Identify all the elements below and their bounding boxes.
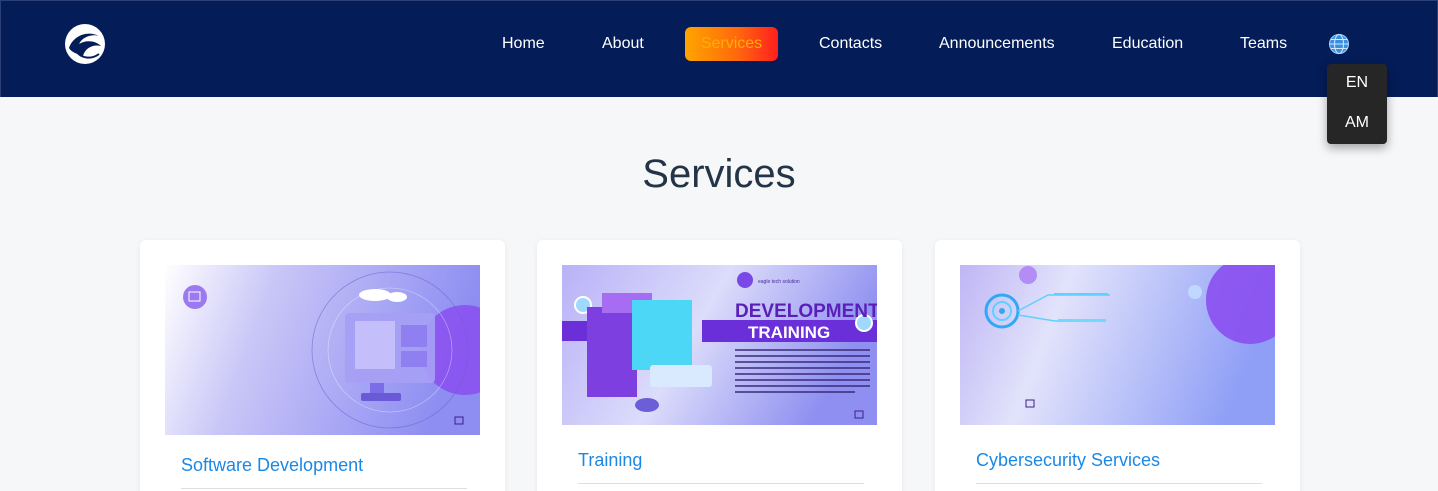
- nav-contacts[interactable]: Contacts: [819, 27, 882, 61]
- nav-services[interactable]: Services: [685, 27, 778, 61]
- service-card-training[interactable]: eagle tech solution DEVELOPMENT TRAINING…: [537, 240, 902, 491]
- service-card-software-development[interactable]: Software Development: [140, 240, 505, 491]
- language-dropdown: EN AM: [1327, 64, 1387, 144]
- nav-about[interactable]: About: [602, 27, 644, 61]
- logo-icon[interactable]: [63, 22, 107, 66]
- card-title[interactable]: Software Development: [181, 455, 363, 476]
- language-option-am[interactable]: AM: [1327, 108, 1387, 138]
- monitor-illustration: [165, 265, 480, 435]
- card-divider: [976, 483, 1262, 484]
- image-subheading-text: TRAINING: [748, 323, 830, 342]
- card-divider: [181, 488, 467, 489]
- computer-illustration: eagle tech solution DEVELOPMENT TRAINING: [562, 265, 877, 425]
- image-heading-text: DEVELOPMENT: [735, 301, 877, 322]
- card-title[interactable]: Training: [578, 450, 642, 471]
- page-title: Services: [642, 152, 796, 196]
- card-divider: [578, 483, 864, 484]
- nav-home[interactable]: Home: [502, 27, 545, 61]
- nav-announcements[interactable]: Announcements: [939, 27, 1055, 61]
- globe-icon[interactable]: [1328, 33, 1350, 55]
- image-brand-text: eagle tech solution: [758, 279, 800, 285]
- nav-teams[interactable]: Teams: [1240, 27, 1287, 61]
- language-option-en[interactable]: EN: [1327, 68, 1387, 98]
- card-title[interactable]: Cybersecurity Services: [976, 450, 1160, 471]
- nav-education[interactable]: Education: [1112, 27, 1183, 61]
- navbar: Home About Services Contacts Announcemen…: [0, 0, 1438, 97]
- circuit-illustration: [960, 265, 1275, 425]
- service-card-cybersecurity[interactable]: Cybersecurity Services: [935, 240, 1300, 491]
